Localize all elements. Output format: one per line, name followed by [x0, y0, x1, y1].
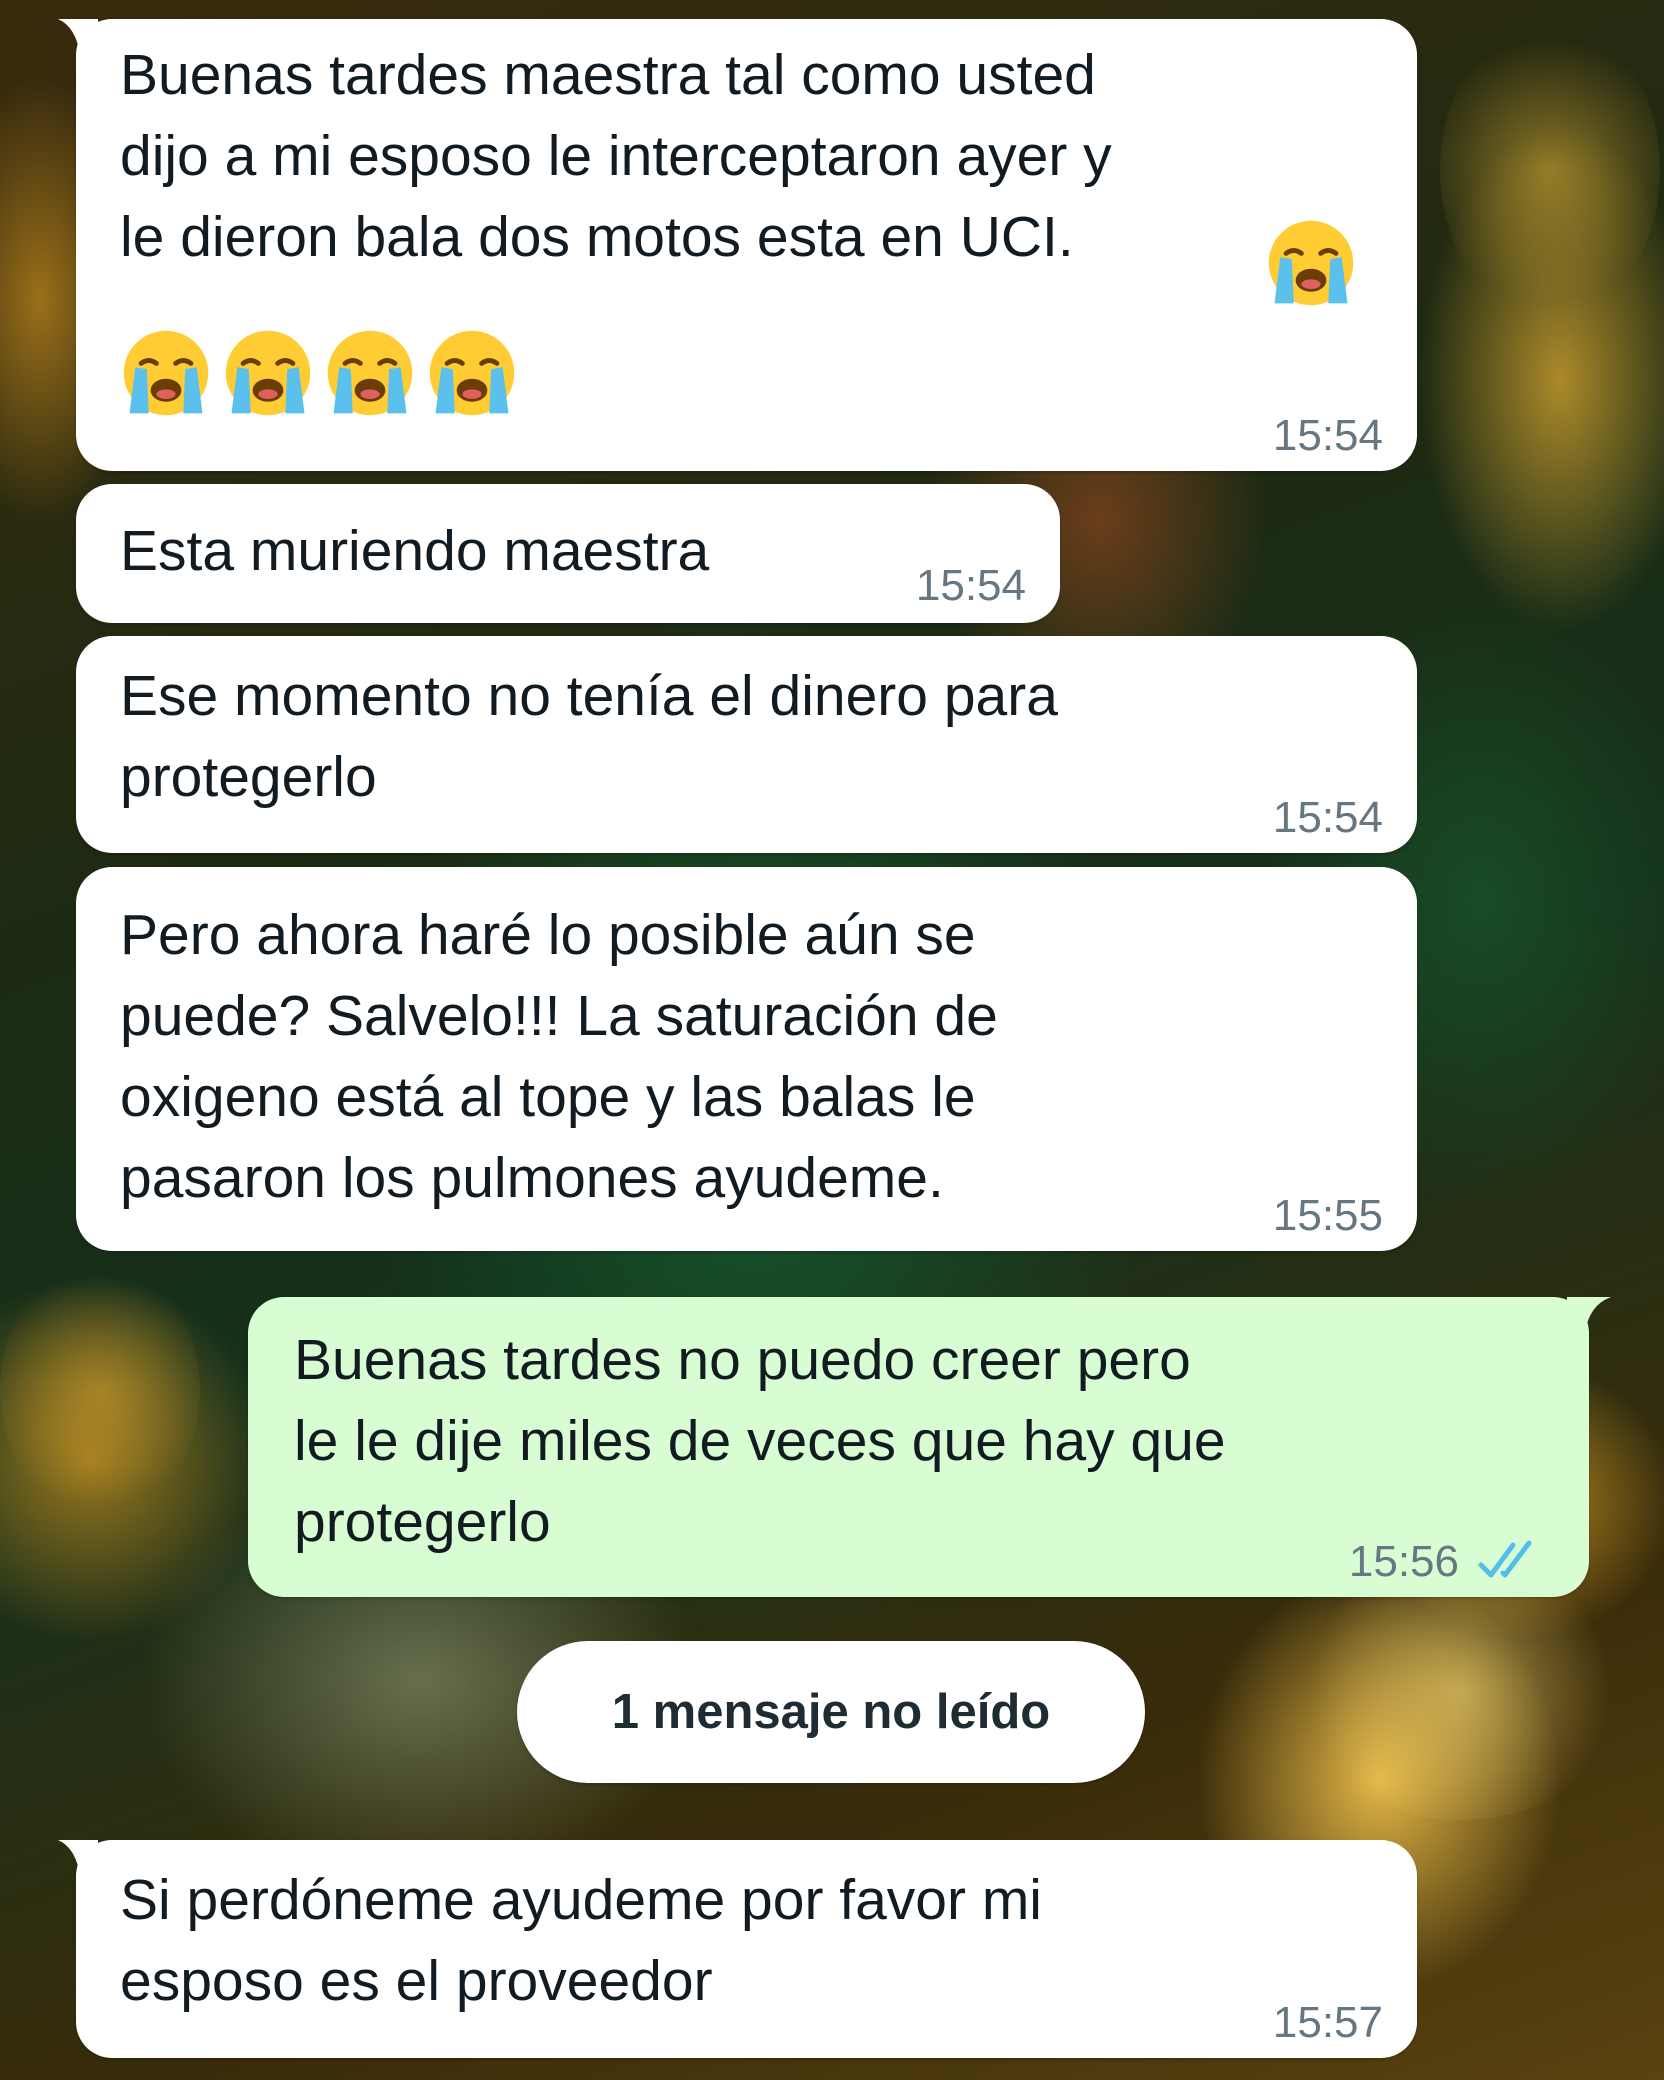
message-text: Buenas tardes maestra tal como usted dij…	[120, 43, 1112, 269]
loudly-crying-face-icon	[327, 330, 413, 416]
background-gold-glint	[0, 1260, 200, 1520]
bubble-tail	[58, 1840, 98, 1876]
message-timestamp: 15:54	[1272, 411, 1383, 460]
message-bubble-incoming[interactable]: Esta muriendo maestra 15:54	[76, 484, 1060, 623]
loudly-crying-face-icon	[225, 330, 311, 416]
message-timestamp: 15:54	[1272, 793, 1383, 842]
message-text: Si perdóneme ayudeme por favor mi esposo…	[120, 1868, 1042, 2013]
unread-messages-divider: 1 mensaje no leído	[517, 1641, 1145, 1783]
message-timestamp: 15:57	[1272, 1998, 1383, 2047]
message-bubble-incoming[interactable]: Ese momento no tenía el dinero para prot…	[76, 636, 1417, 853]
read-receipt-icon	[1478, 1540, 1532, 1578]
message-text: Esta muriendo maestra	[120, 519, 710, 583]
message-text: Pero ahora haré lo posible aún se puede?…	[120, 903, 998, 1210]
bubble-tail	[58, 19, 98, 55]
loudly-crying-face-icon	[429, 330, 515, 416]
loudly-crying-face-icon	[123, 330, 209, 416]
message-timestamp: 15:56	[1348, 1537, 1459, 1586]
message-bubble-outgoing[interactable]: Buenas tardes no puedo creer pero le le …	[248, 1297, 1611, 1597]
background-gold-glint	[1290, 1560, 1630, 1820]
message-bubble-incoming[interactable]: Si perdóneme ayudeme por favor mi esposo…	[58, 1840, 1417, 2058]
background-gold-glint	[1440, 20, 1660, 320]
message-text: Ese momento no tenía el dinero para prot…	[120, 664, 1058, 809]
emoji-row	[118, 325, 520, 425]
message-timestamp: 15:54	[915, 561, 1026, 610]
message-text: Buenas tardes no puedo creer pero le le …	[294, 1328, 1226, 1554]
message-bubble-incoming[interactable]: Pero ahora haré lo posible aún se puede?…	[76, 867, 1417, 1251]
message-timestamp: 15:55	[1272, 1191, 1383, 1240]
loudly-crying-face-icon	[1268, 220, 1354, 306]
bubble-tail	[1567, 1297, 1611, 1333]
